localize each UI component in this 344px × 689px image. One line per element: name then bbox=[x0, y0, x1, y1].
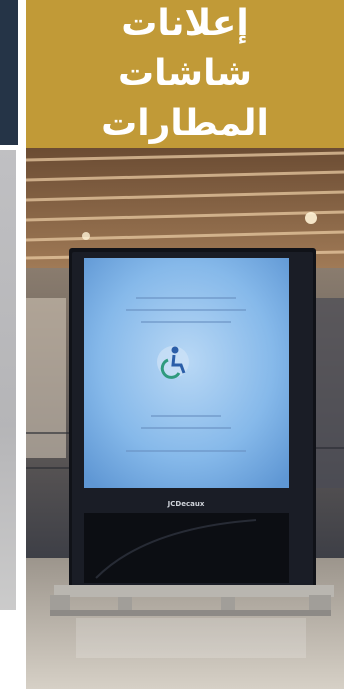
ad-card[interactable]: إعلانات شاشات المطارات JCDecaux bbox=[26, 0, 344, 689]
airport-screen-photo: JCDecaux bbox=[26, 148, 344, 689]
card-header: إعلانات شاشات المطارات bbox=[26, 0, 344, 148]
photo-illustration: JCDecaux bbox=[26, 148, 344, 689]
kiosk-brand-label: JCDecaux bbox=[167, 500, 205, 508]
left-edge-dark-bar bbox=[0, 0, 18, 145]
left-edge-strip bbox=[0, 0, 26, 689]
card-title: إعلانات شاشات المطارات bbox=[101, 3, 269, 144]
left-edge-shadow bbox=[0, 150, 16, 610]
